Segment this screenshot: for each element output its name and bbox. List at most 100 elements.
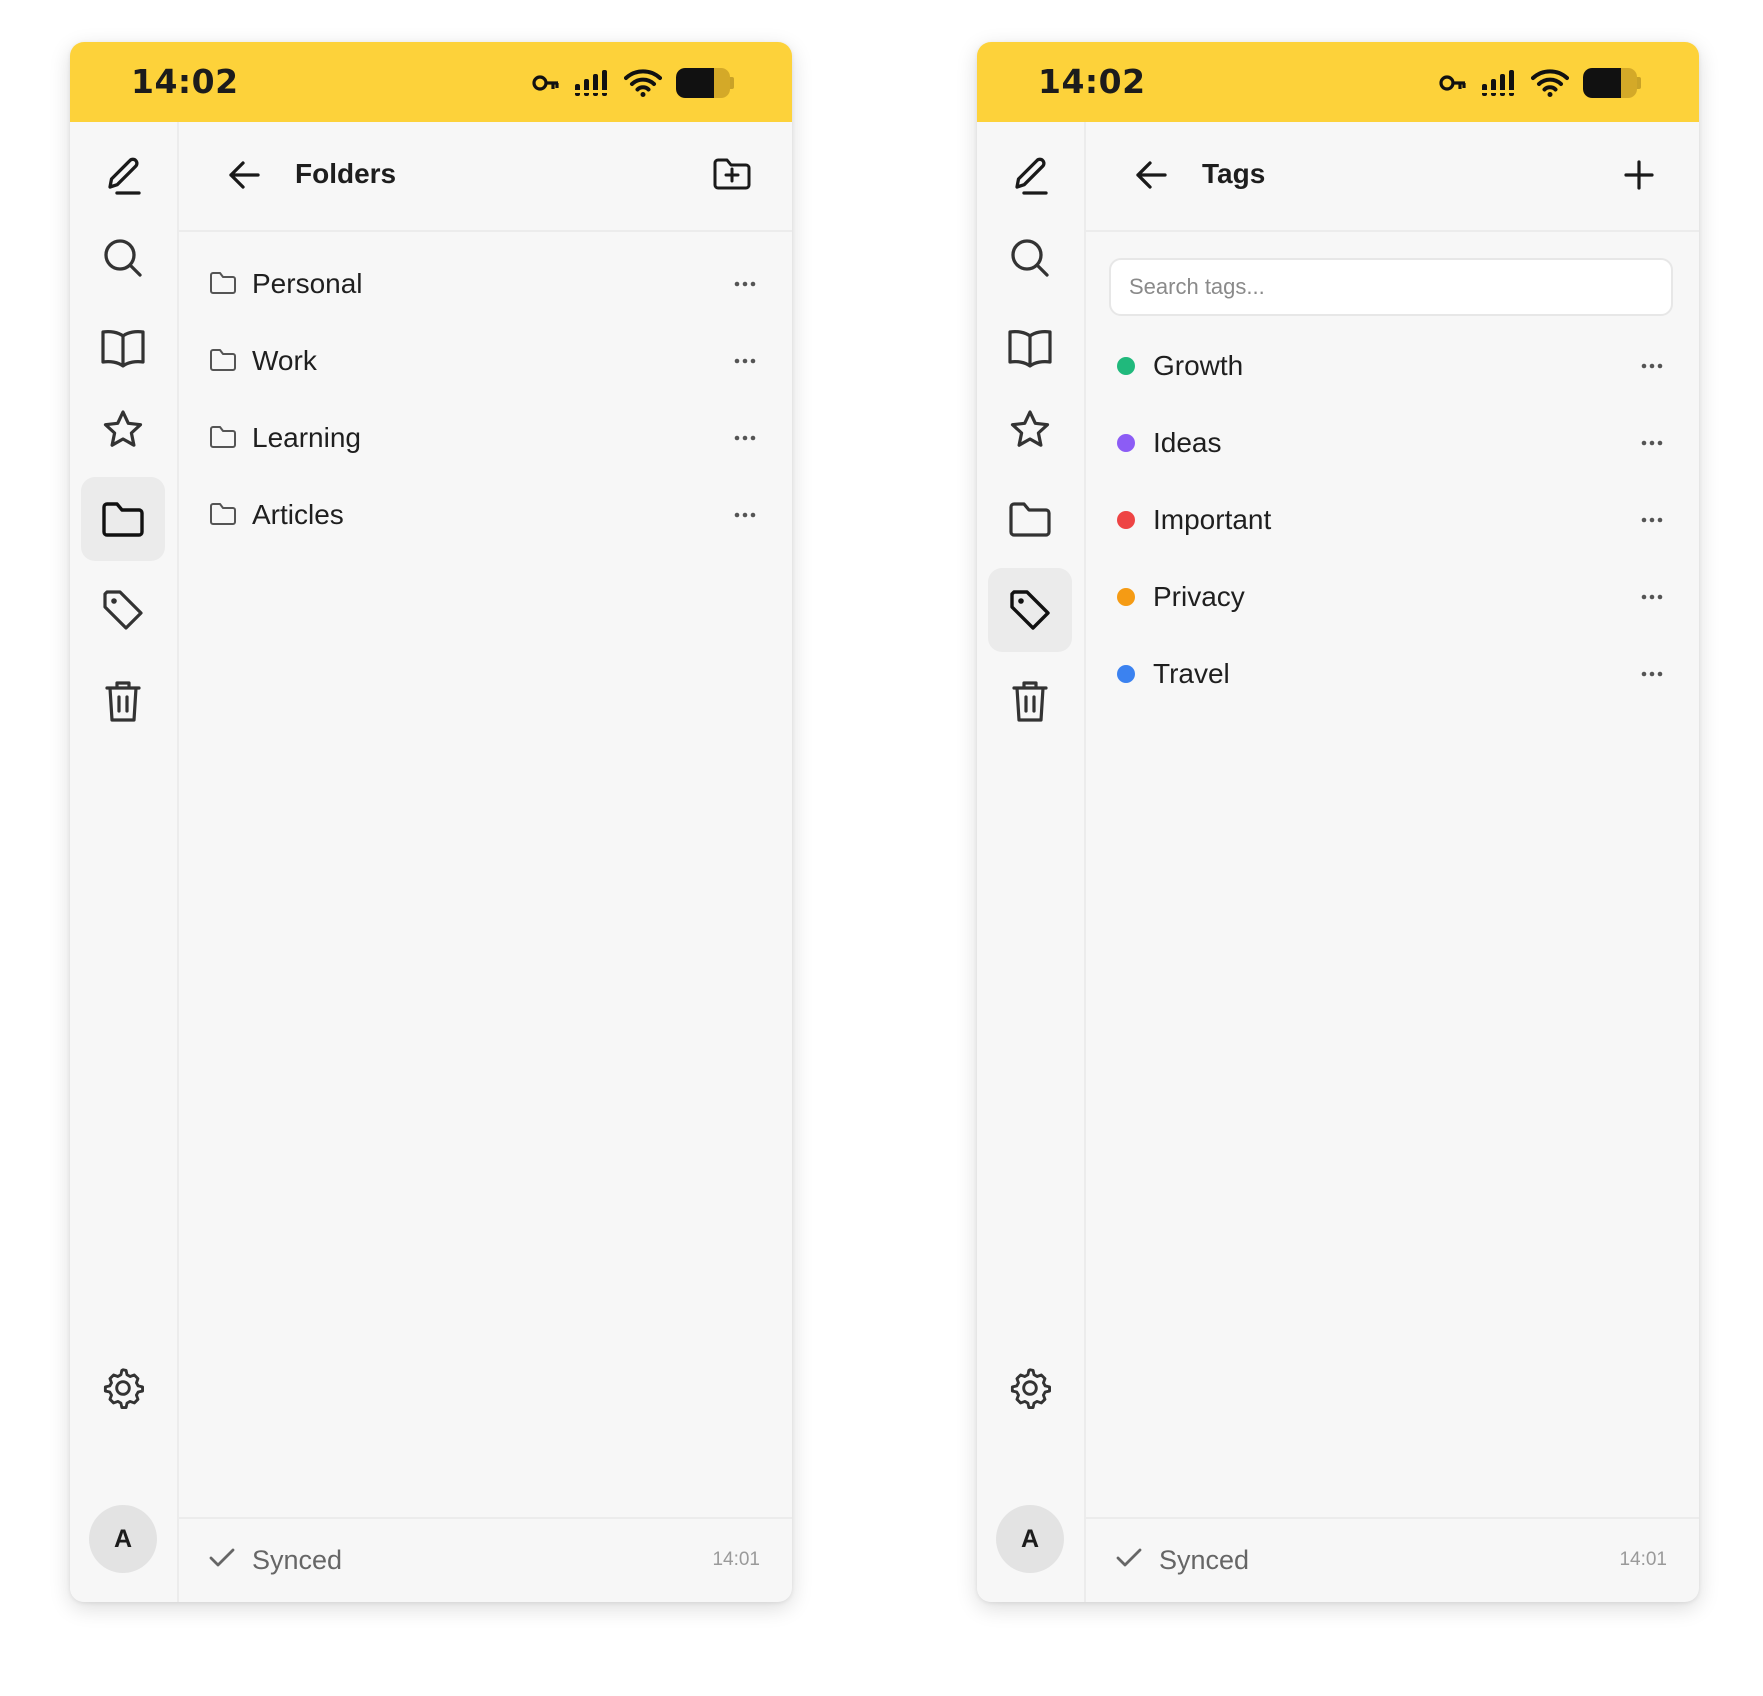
tag-item-ideas[interactable]: Ideas (1086, 408, 1699, 478)
tag-color-dot (1117, 588, 1135, 606)
tag-item-privacy[interactable]: Privacy (1086, 562, 1699, 632)
search-icon (104, 239, 142, 277)
search-nav-button[interactable] (81, 216, 165, 300)
new-note-button[interactable] (988, 134, 1072, 218)
vpn-key-icon (532, 75, 559, 91)
search-icon (1011, 239, 1049, 277)
tags-nav-button[interactable] (81, 568, 165, 652)
folder-plus-icon (713, 158, 751, 190)
folder-label: Articles (252, 499, 344, 530)
tags-nav-button[interactable] (988, 568, 1072, 652)
folder-icon (210, 349, 236, 371)
settings-nav-button[interactable] (81, 1346, 165, 1430)
tag-label: Travel (1153, 658, 1230, 689)
folder-item-learning[interactable]: Learning (179, 403, 792, 473)
more-horizontal-icon (1641, 594, 1663, 600)
tags-panel: Tags Growth Ideas Important (1086, 122, 1699, 1602)
notebooks-nav-button[interactable] (988, 306, 1072, 390)
more-horizontal-icon (1641, 363, 1663, 369)
folder-icon (102, 502, 144, 537)
more-options-button[interactable] (1635, 352, 1669, 380)
sync-status: Synced (252, 1545, 343, 1575)
folder-item-articles[interactable]: Articles (179, 480, 792, 550)
sync-time: 14:01 (712, 1549, 760, 1570)
more-options-button[interactable] (1635, 429, 1669, 457)
more-horizontal-icon (734, 435, 756, 441)
tag-item-travel[interactable]: Travel (1086, 639, 1699, 709)
gear-icon (1010, 1368, 1051, 1409)
more-horizontal-icon (734, 281, 756, 287)
status-bar: 14:02 (977, 42, 1699, 122)
status-time: 14:02 (131, 62, 239, 101)
folder-icon (1009, 502, 1051, 537)
folders-nav-button[interactable] (988, 477, 1072, 561)
status-bar: 14:02 (70, 42, 792, 122)
sync-time: 14:01 (1619, 1549, 1667, 1570)
pen-icon (108, 157, 141, 195)
trash-icon (105, 681, 141, 722)
tag-item-growth[interactable]: Growth (1086, 331, 1699, 401)
trash-icon (1012, 681, 1048, 722)
folder-label: Learning (252, 422, 361, 453)
folder-item-work[interactable]: Work (179, 326, 792, 396)
more-horizontal-icon (734, 512, 756, 518)
more-horizontal-icon (1641, 440, 1663, 446)
status-icons (532, 66, 734, 100)
favorites-nav-button[interactable] (988, 388, 1072, 472)
panel-header: Tags (1086, 122, 1699, 232)
search-tags-field[interactable] (1109, 258, 1673, 316)
more-options-button[interactable] (728, 424, 762, 452)
more-options-button[interactable] (1635, 583, 1669, 611)
more-options-button[interactable] (1635, 660, 1669, 688)
folder-icon (210, 503, 236, 525)
new-folder-button[interactable] (708, 151, 756, 199)
search-tags-input[interactable] (1111, 260, 1671, 314)
more-options-button[interactable] (728, 347, 762, 375)
nav-rail: A (977, 122, 1086, 1602)
book-open-icon (101, 330, 145, 368)
favorites-nav-button[interactable] (81, 388, 165, 472)
gear-icon (103, 1368, 144, 1409)
more-options-button[interactable] (728, 501, 762, 529)
tag-color-dot (1117, 511, 1135, 529)
battery-icon (676, 68, 734, 98)
folder-icon (210, 426, 236, 448)
folder-label: Personal (252, 268, 363, 299)
folders-nav-button[interactable] (81, 477, 165, 561)
back-button[interactable] (1131, 155, 1171, 195)
tag-color-dot (1117, 357, 1135, 375)
new-note-button[interactable] (81, 134, 165, 218)
trash-nav-button[interactable] (988, 659, 1072, 743)
tag-item-important[interactable]: Important (1086, 485, 1699, 555)
wifi-icon (1531, 69, 1569, 97)
tag-label: Privacy (1153, 581, 1245, 612)
add-tag-button[interactable] (1615, 151, 1663, 199)
more-horizontal-icon (1641, 671, 1663, 677)
tag-label: Important (1153, 504, 1272, 535)
page-title: Folders (295, 158, 397, 189)
tag-icon (1010, 590, 1050, 630)
more-horizontal-icon (734, 358, 756, 364)
status-icons (1439, 66, 1641, 100)
search-nav-button[interactable] (988, 216, 1072, 300)
battery-icon (1583, 68, 1641, 98)
book-open-icon (1008, 330, 1052, 368)
settings-nav-button[interactable] (988, 1346, 1072, 1430)
folder-label: Work (252, 345, 317, 376)
folder-icon (210, 272, 236, 294)
avatar[interactable]: A (89, 1505, 157, 1573)
plus-icon (1624, 160, 1654, 190)
wifi-icon (624, 69, 662, 97)
back-button[interactable] (224, 155, 264, 195)
more-options-button[interactable] (728, 270, 762, 298)
tag-color-dot (1117, 665, 1135, 683)
avatar[interactable]: A (996, 1505, 1064, 1573)
folder-item-personal[interactable]: Personal (179, 249, 792, 319)
notebooks-nav-button[interactable] (81, 306, 165, 390)
tag-color-dot (1117, 434, 1135, 452)
panel-header: Folders (179, 122, 792, 232)
trash-nav-button[interactable] (81, 659, 165, 743)
status-time: 14:02 (1038, 62, 1146, 101)
arrow-left-icon (1136, 161, 1167, 189)
more-options-button[interactable] (1635, 506, 1669, 534)
